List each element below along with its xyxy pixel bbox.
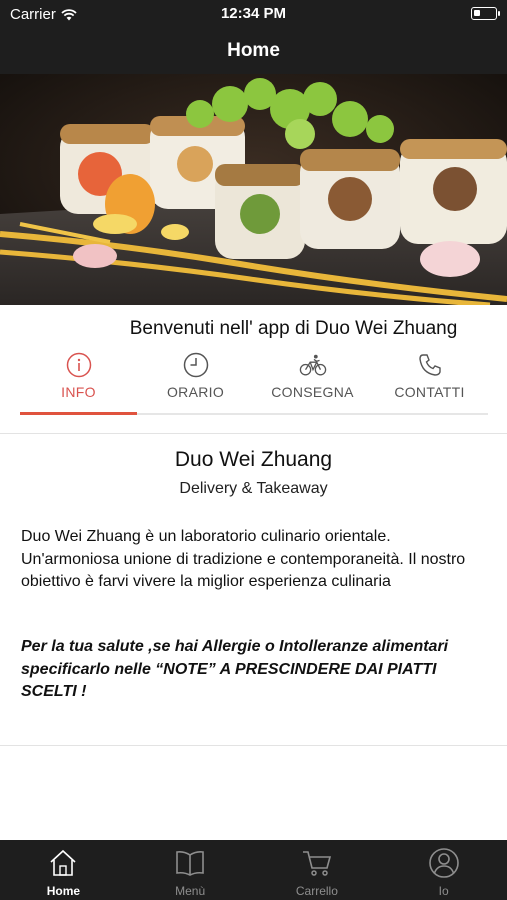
- tab-consegna-label: CONSEGNA: [271, 384, 354, 400]
- status-bar: Carrier 12:34 PM: [0, 0, 507, 28]
- tab-consegna[interactable]: CONSEGNA: [254, 345, 371, 413]
- bottom-tab-home-label: Home: [46, 884, 81, 898]
- bottom-tab-carrello-label: Carrello: [295, 884, 338, 898]
- divider: [0, 745, 507, 746]
- restaurant-name: Duo Wei Zhuang: [174, 448, 333, 471]
- bottom-tab-menu[interactable]: Menù: [127, 840, 254, 900]
- tab-orario-label: ORARIO: [166, 384, 225, 400]
- divider: [0, 433, 507, 434]
- status-time: 12:34 PM: [220, 5, 287, 22]
- tab-contatti-label: CONTATTI: [394, 384, 465, 400]
- bottom-tab-bar: Home Menù Carrello Io: [0, 840, 507, 900]
- bottom-tab-menu-label: Menù: [175, 884, 206, 898]
- book-icon: [174, 847, 206, 879]
- tab-contatti[interactable]: CONTATTI: [371, 345, 488, 413]
- restaurant-subtitle: Delivery & Takeaway: [179, 480, 328, 497]
- restaurant-description: Duo Wei Zhuang è un laboratorio culinari…: [21, 528, 466, 590]
- battery-icon: [471, 7, 500, 20]
- tab-orario[interactable]: ORARIO: [137, 345, 254, 413]
- bottom-tab-carrello[interactable]: Carrello: [254, 840, 381, 900]
- bottom-tab-io[interactable]: Io: [380, 840, 507, 900]
- tab-info[interactable]: INFO: [20, 345, 137, 415]
- allergy-warning: Per la tua salute ,se hai Allergie o Int…: [21, 638, 449, 700]
- cart-icon: [301, 847, 333, 879]
- hero-image: [0, 74, 507, 305]
- bottom-tab-io-label: Io: [438, 884, 449, 898]
- tab-info-label: INFO: [61, 384, 96, 400]
- clock-icon: [182, 351, 210, 379]
- info-icon: [65, 351, 93, 379]
- welcome-text: Benvenuti nell' app di Duo Wei Zhuang: [129, 318, 458, 339]
- page-title: Home: [227, 40, 280, 61]
- user-icon: [428, 847, 460, 879]
- bicycle-icon: [299, 351, 327, 379]
- home-icon: [47, 847, 79, 879]
- phone-icon: [416, 351, 444, 379]
- navigation-bar: Home: [0, 28, 507, 74]
- info-tabs: INFO ORARIO CONSEGNA CONTATTI: [20, 345, 488, 415]
- bottom-tab-home[interactable]: Home: [0, 840, 127, 900]
